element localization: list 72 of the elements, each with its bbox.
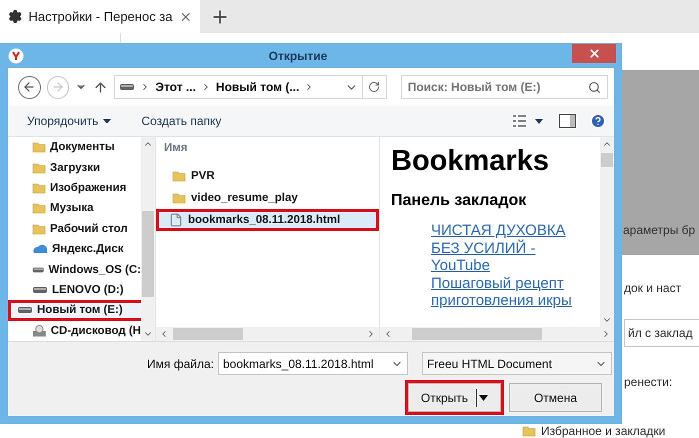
scroll-thumb[interactable]	[601, 153, 613, 167]
breadcrumb-item[interactable]: Новый том (...	[216, 80, 300, 94]
scroll-thumb[interactable]	[412, 328, 542, 340]
filename-field[interactable]: bookmarks_08.11.2018.html	[218, 352, 408, 375]
preview-pane-button[interactable]	[559, 114, 576, 128]
nav-item[interactable]: Изображения	[8, 178, 141, 198]
view-options-button[interactable]	[513, 115, 545, 127]
folder-icon	[172, 169, 186, 183]
background-text: док и наст	[624, 281, 682, 295]
folder-icon	[32, 201, 46, 216]
scrollbar[interactable]	[156, 327, 379, 341]
help-icon[interactable]	[590, 113, 606, 129]
drive-icon	[17, 305, 33, 316]
scrollbar[interactable]	[141, 137, 155, 341]
tab-title: Настройки - Перенос за	[28, 9, 172, 24]
file-type-dropdown[interactable]: Freeu HTML Document	[422, 352, 612, 375]
up-button[interactable]	[93, 80, 108, 94]
nav-item[interactable]: CD-дисковод (H	[8, 320, 141, 341]
folder-icon	[32, 222, 46, 236]
search-icon	[588, 80, 601, 94]
new-folder-button[interactable]: Создать папку	[141, 114, 222, 128]
bookmark-link[interactable]: ЧИСТАЯ ДУХОВКА БЕЗ УСИЛИЙ - YouTube	[431, 222, 591, 274]
scrollbar[interactable]	[600, 137, 614, 327]
preview-heading: Bookmarks	[391, 145, 550, 178]
nav-item[interactable]: Документы	[8, 137, 141, 158]
refresh-icon	[368, 81, 380, 93]
settings-icon	[8, 9, 22, 24]
close-icon	[588, 47, 600, 60]
cancel-button[interactable]: Отмена	[509, 383, 602, 412]
search-field[interactable]: Поиск: Новый том (E:)	[400, 75, 608, 99]
cd-drive-icon	[32, 324, 47, 338]
close-button[interactable]	[572, 44, 616, 63]
file-row[interactable]: video_resume_play	[164, 187, 379, 209]
drive-icon	[32, 264, 44, 275]
folder-icon	[32, 140, 46, 154]
background-field: йл с заклад	[624, 319, 699, 347]
breadcrumb-item[interactable]: Этот ...	[155, 80, 196, 94]
address-bar[interactable]: Этот ... Новый том (...	[114, 75, 387, 99]
bookmark-link[interactable]: Пошаговый рецепт приготовления икры	[431, 274, 591, 310]
file-row[interactable]: PVR	[164, 165, 379, 187]
drive-icon	[119, 82, 136, 92]
browser-logo-icon	[8, 48, 24, 64]
scroll-thumb[interactable]	[172, 328, 242, 340]
dialog-title: Открытие	[268, 48, 328, 62]
back-button[interactable]	[18, 76, 41, 98]
open-button[interactable]: Открыть	[408, 383, 501, 412]
preview-subheading: Панель закладок	[391, 192, 528, 210]
nav-item[interactable]: Новый том (E:)	[8, 300, 141, 321]
file-icon	[169, 213, 183, 227]
folder-icon	[32, 181, 46, 196]
nav-item[interactable]: Windows_OS (C:	[8, 259, 141, 280]
background-text: ренести:	[624, 375, 674, 389]
folder-icon	[32, 160, 46, 175]
background-text: Избранное и закладки	[541, 424, 666, 438]
nav-item[interactable]: Загрузки	[8, 157, 141, 178]
nav-item[interactable]: Рабочий стол	[8, 218, 141, 240]
file-row[interactable]: bookmarks_08.11.2018.html	[156, 209, 379, 231]
filename-label: Имя файла:	[147, 356, 214, 370]
nav-item[interactable]: LENOVO (D:)	[8, 280, 141, 300]
cloud-icon	[32, 243, 48, 256]
drive-icon	[32, 285, 48, 296]
caret-icon	[479, 394, 488, 400]
caret-icon	[103, 118, 112, 124]
column-header[interactable]: Имя	[156, 137, 379, 163]
scrollbar[interactable]	[380, 327, 614, 341]
browser-tab[interactable]: Настройки - Перенос за	[0, 0, 200, 33]
folder-icon	[172, 191, 186, 205]
nav-item[interactable]: Яндекс.Диск	[8, 239, 141, 260]
background-text: араметры бр	[623, 223, 696, 237]
nav-item[interactable]: Музыка	[8, 198, 141, 219]
scroll-thumb[interactable]	[142, 211, 154, 297]
organize-button[interactable]: Упорядочить	[27, 114, 112, 128]
